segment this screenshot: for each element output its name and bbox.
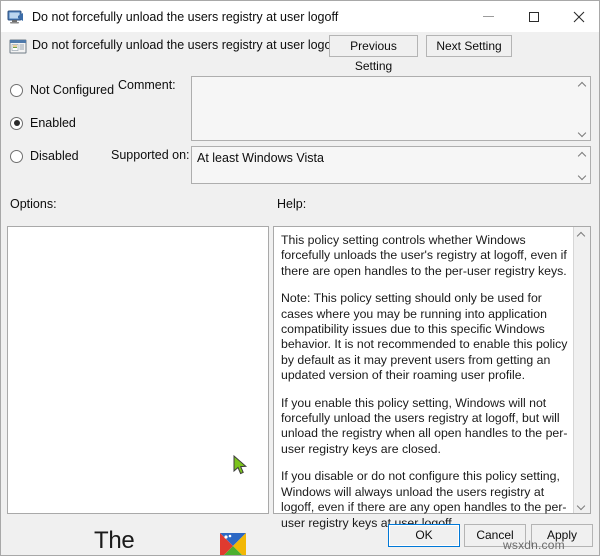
- radio-icon-not-configured: [10, 83, 23, 97]
- comment-input[interactable]: [191, 76, 591, 141]
- radio-option-enabled[interactable]: Enabled: [10, 112, 120, 134]
- maximize-icon: [528, 11, 539, 22]
- ok-button[interactable]: OK: [388, 524, 460, 547]
- next-setting-button[interactable]: Next Setting: [426, 35, 512, 57]
- options-label: Options:: [10, 197, 57, 211]
- help-panel: This policy setting controls whether Win…: [273, 226, 591, 530]
- radio-label-enabled: Enabled: [30, 116, 76, 130]
- close-button[interactable]: [556, 1, 599, 32]
- help-text-content: This policy setting controls whether Win…: [281, 233, 568, 531]
- help-paragraph: This policy setting controls whether Win…: [281, 233, 567, 278]
- close-icon: [573, 11, 584, 22]
- supported-on-input[interactable]: At least Windows Vista: [191, 146, 591, 184]
- scroll-down-icon[interactable]: [574, 499, 589, 512]
- radio-option-disabled[interactable]: Disabled: [10, 145, 120, 167]
- previous-setting-button[interactable]: Previous Setting: [329, 35, 418, 73]
- setting-header-row: Do not forcefully unload the users regis…: [1, 34, 599, 73]
- radio-icon-disabled: [10, 149, 23, 163]
- radio-label-not-configured: Not Configured: [30, 83, 115, 97]
- help-scrollbar[interactable]: [573, 227, 590, 513]
- title-bar: Do not forcefully unload the users regis…: [1, 1, 599, 32]
- pinwheel-logo-icon: [220, 533, 246, 555]
- minimize-icon: [483, 16, 494, 17]
- help-paragraph: Note: This policy setting should only be…: [281, 291, 568, 383]
- radio-icon-enabled: [10, 116, 23, 130]
- group-policy-setting-icon: [9, 38, 27, 56]
- computer-monitor-icon: [7, 8, 25, 26]
- help-paragraph: If you enable this policy setting, Windo…: [281, 395, 568, 456]
- caption-button-group: [466, 1, 599, 32]
- policy-state-radio-group: Not Configured Enabled Disabled: [10, 79, 120, 178]
- logo-line-2: WindowsClub: [66, 551, 233, 555]
- maximize-button[interactable]: [511, 1, 556, 32]
- options-panel: The WindowsClub: [7, 226, 269, 555]
- supported-on-scrollbar[interactable]: [575, 147, 590, 183]
- help-label: Help:: [277, 197, 307, 211]
- comment-scrollbar[interactable]: [575, 77, 590, 140]
- radio-option-not-configured[interactable]: Not Configured: [10, 79, 120, 101]
- scroll-down-icon[interactable]: [575, 169, 590, 182]
- scroll-up-icon[interactable]: [575, 78, 590, 91]
- site-watermark: wsxdn.com: [503, 538, 565, 552]
- supported-on-value: At least Windows Vista: [197, 151, 324, 165]
- scroll-up-icon[interactable]: [575, 148, 590, 161]
- radio-label-disabled: Disabled: [30, 149, 79, 163]
- window-title: Do not forcefully unload the users regis…: [32, 9, 339, 24]
- supported-on-label: Supported on:: [111, 148, 190, 162]
- minimize-button[interactable]: [466, 1, 511, 32]
- help-paragraph: If you disable or do not configure this …: [281, 469, 567, 530]
- scroll-down-icon[interactable]: [575, 126, 590, 139]
- comment-label: Comment:: [118, 78, 176, 92]
- policy-setting-dialog: Do not forcefully unload the users regis…: [0, 0, 600, 556]
- scroll-up-icon[interactable]: [574, 228, 589, 241]
- the-windows-club-logo: The WindowsClub: [66, 527, 248, 555]
- policy-setting-name: Do not forcefully unload the users regis…: [32, 38, 339, 52]
